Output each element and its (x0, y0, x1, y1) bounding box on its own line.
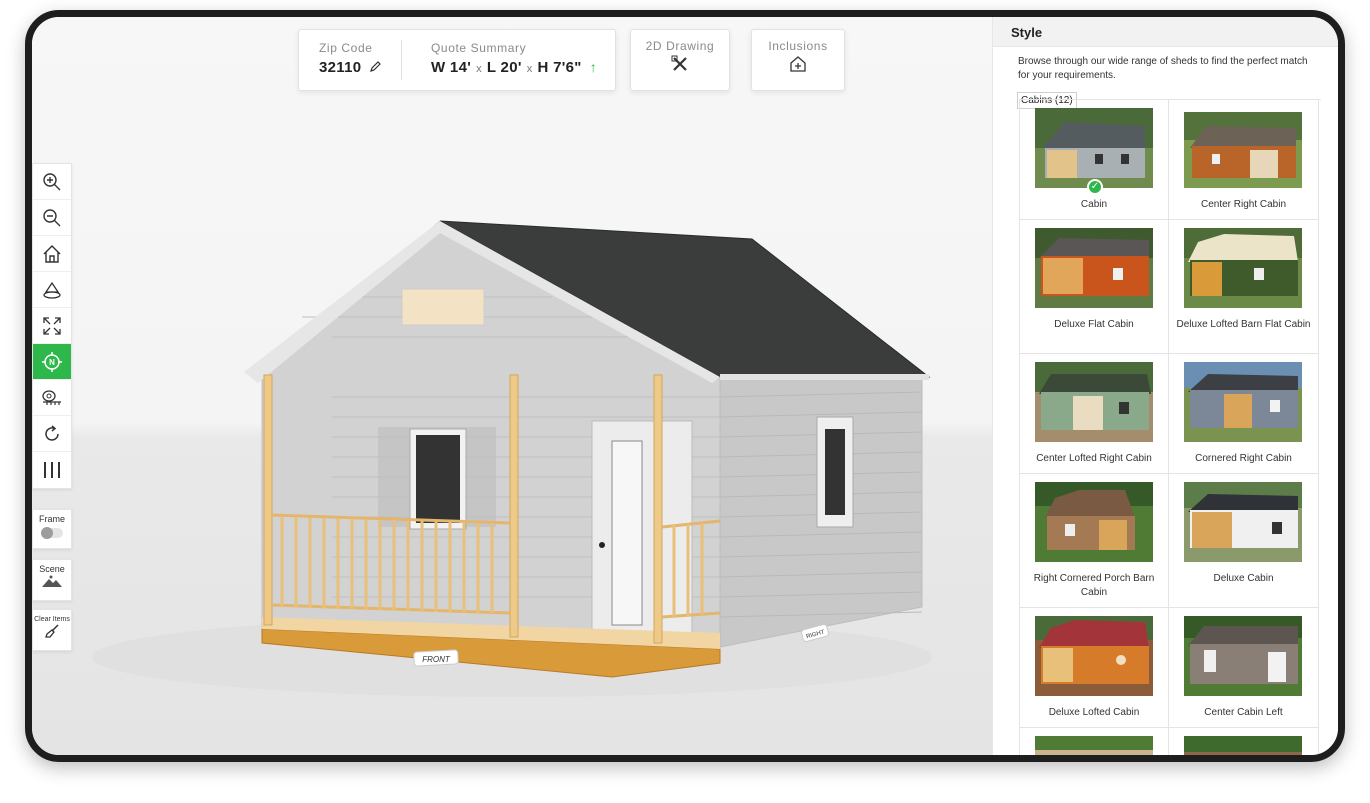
zoom-in-button[interactable] (33, 164, 71, 200)
quote-dimensions: W 14' x L 20' x H 7'6" ↑ (431, 59, 597, 76)
zoom-out-button[interactable] (33, 200, 71, 236)
deluxe-flat-cabin-thumbnail (1035, 228, 1153, 308)
app-window: FRONT RIGHT Zip Code 32110 Quote Summary… (25, 10, 1345, 762)
style-card-center-lofted-right-cabin[interactable]: Center Lofted Right Cabin (1019, 354, 1169, 474)
zip-value-row[interactable]: 32110 (319, 59, 382, 77)
style-name: Right Cornered Porch Barn Cabin (1033, 573, 1155, 598)
style-grid: ✓ Cabin Center Right Cabin Deluxe Flat C… (1019, 99, 1321, 755)
frame-label: Frame (38, 514, 65, 524)
scene-button[interactable]: Scene (32, 559, 72, 601)
refresh-icon (45, 424, 59, 441)
style-name: Deluxe Lofted Cabin (1048, 707, 1140, 718)
clear-items-label: Clear Items (34, 616, 70, 623)
columns-icon (44, 462, 60, 478)
style-card-deluxe-lofted-barn-flat-cabin[interactable]: Deluxe Lofted Barn Flat Cabin (1169, 220, 1319, 354)
style-card-partial[interactable] (1019, 728, 1169, 755)
zip-block[interactable]: Zip Code 32110 (319, 41, 382, 77)
refresh-button[interactable] (33, 416, 71, 452)
compass-icon: N (42, 351, 62, 372)
quote-sep: x (526, 63, 533, 75)
2d-drawing-label: 2D Drawing (645, 39, 715, 53)
center-right-cabin-thumbnail (1184, 112, 1302, 188)
deluxe-lofted-cabin-thumbnail (1035, 616, 1153, 696)
style-card-deluxe-flat-cabin[interactable]: Deluxe Flat Cabin (1019, 220, 1169, 354)
zoom-in-icon (43, 172, 61, 190)
quote-label: Quote Summary (431, 41, 527, 55)
style-name: Deluxe Lofted Barn Flat Cabin (1176, 319, 1311, 330)
arrow-up-icon[interactable]: ↑ (590, 59, 597, 75)
view-toolbar: N (32, 163, 72, 489)
2d-drawing-button[interactable]: 2D Drawing (630, 29, 730, 91)
style-panel: Style Browse through our wide range of s… (992, 17, 1338, 755)
quote-height: H 7'6" (537, 59, 582, 76)
zoom-out-icon (43, 208, 61, 226)
cabin-thumbnail (1035, 108, 1153, 188)
center-lofted-right-cabin-thumbnail (1035, 362, 1153, 442)
style-card-right-cornered-porch-barn-cabin[interactable]: Right Cornered Porch Barn Cabin (1019, 474, 1169, 608)
style-panel-title: Style (993, 17, 1338, 47)
front-label: FRONT (413, 649, 459, 667)
style-name: Center Cabin Left (1204, 707, 1283, 718)
quote-block: Quote Summary W 14' x L 20' x H 7'6" ↑ (431, 41, 597, 76)
style-panel-description: Browse through our wide range of sheds t… (1018, 56, 1308, 81)
style-card-deluxe-cabin[interactable]: Deluxe Cabin (1169, 474, 1319, 608)
mountain-icon (33, 574, 71, 593)
measure-icon (42, 389, 61, 405)
scene-label: Scene (39, 564, 65, 574)
style-name: Cabin (1080, 199, 1108, 210)
fullscreen-icon (43, 316, 61, 335)
deluxe-cabin-thumbnail (1184, 482, 1302, 562)
house-plus-icon (752, 55, 844, 78)
svg-text:FRONT: FRONT (422, 655, 451, 664)
svg-text:N: N (49, 358, 55, 367)
pencil-icon[interactable] (369, 60, 382, 77)
home-icon (43, 244, 61, 263)
broom-icon (33, 623, 71, 644)
style-card-center-right-cabin[interactable]: Center Right Cabin (1169, 100, 1319, 220)
style-card-cornered-right-cabin[interactable]: Cornered Right Cabin (1169, 354, 1319, 474)
rotate-view-icon (43, 281, 61, 299)
right-cornered-porch-barn-cabin-thumbnail (1035, 482, 1153, 562)
style-name: Deluxe Flat Cabin (1054, 319, 1134, 330)
fullscreen-button[interactable] (33, 308, 71, 344)
quote-sep: x (476, 63, 482, 75)
rotate-view-button[interactable] (33, 272, 71, 308)
style-name: Deluxe Cabin (1213, 573, 1274, 584)
partial-thumbnail (1184, 736, 1302, 755)
shed-model[interactable]: FRONT RIGHT (32, 17, 992, 755)
compass-button[interactable]: N (33, 344, 71, 380)
selected-check-icon: ✓ (1087, 179, 1103, 195)
quote-width: W 14' (431, 59, 472, 76)
center-cabin-left-thumbnail (1184, 616, 1302, 696)
frame-toggle[interactable]: Frame (32, 509, 72, 549)
3d-viewport[interactable]: FRONT RIGHT Zip Code 32110 Quote Summary… (32, 17, 992, 755)
frame-switch[interactable] (41, 527, 63, 539)
style-name: Center Lofted Right Cabin (1036, 453, 1152, 464)
quote-length: L 20' (486, 59, 522, 76)
home-view-button[interactable] (33, 236, 71, 272)
style-card-center-cabin-left[interactable]: Center Cabin Left (1169, 608, 1319, 728)
style-card-partial[interactable] (1169, 728, 1319, 755)
style-name: Cornered Right Cabin (1195, 453, 1292, 464)
columns-button[interactable] (33, 452, 71, 488)
inclusions-label: Inclusions (768, 39, 828, 53)
cornered-right-cabin-thumbnail (1184, 362, 1302, 442)
style-card-cabin[interactable]: ✓ Cabin (1019, 100, 1169, 220)
measure-button[interactable] (33, 380, 71, 416)
ruler-pencil-icon (631, 55, 729, 78)
style-name: Center Right Cabin (1200, 199, 1287, 210)
frame-switch-knob (41, 527, 53, 539)
card-divider (401, 40, 402, 80)
deluxe-lofted-barn-flat-cabin-thumbnail (1184, 228, 1302, 308)
style-card-deluxe-lofted-cabin[interactable]: Deluxe Lofted Cabin (1019, 608, 1169, 728)
zip-value: 32110 (319, 59, 362, 76)
quote-card: Zip Code 32110 Quote Summary W 14' x L 2… (298, 29, 616, 91)
clear-items-button[interactable]: Clear Items (32, 609, 72, 651)
zip-label: Zip Code (319, 41, 373, 55)
partial-thumbnail (1035, 736, 1153, 755)
inclusions-button[interactable]: Inclusions (751, 29, 845, 91)
